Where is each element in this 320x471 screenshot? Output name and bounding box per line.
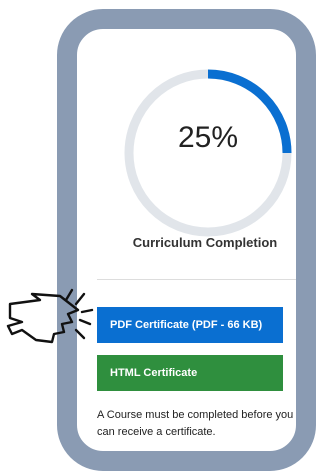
pdf-certificate-button[interactable]: PDF Certificate (PDF - 66 KB) bbox=[97, 307, 283, 343]
certificate-panel: 25% Curriculum Completion PDF Certificat… bbox=[77, 29, 296, 451]
html-certificate-button[interactable]: HTML Certificate bbox=[97, 355, 283, 391]
certificate-note: A Course must be completed before you ca… bbox=[97, 409, 294, 438]
divider bbox=[97, 279, 296, 280]
pointing-hand-icon bbox=[6, 288, 94, 344]
progress-percent: 25% bbox=[177, 121, 239, 154]
progress-caption: Curriculum Completion bbox=[132, 235, 278, 250]
phone-frame: 25% Curriculum Completion PDF Certificat… bbox=[57, 9, 316, 471]
